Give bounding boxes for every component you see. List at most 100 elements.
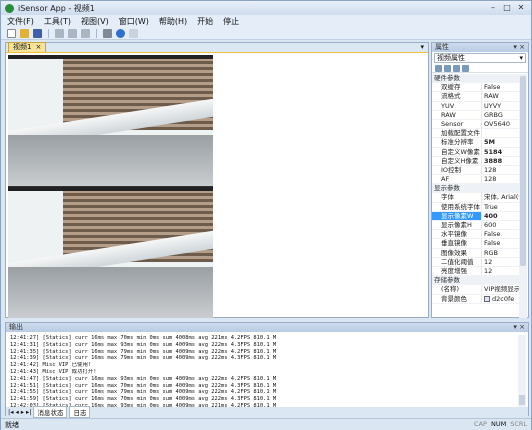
maximize-button[interactable]: □ (501, 3, 513, 13)
print-icon[interactable] (103, 29, 112, 38)
log-line: 12:41:47] [Statics] curr 16ms max 93ms m… (10, 375, 277, 382)
property-row[interactable]: 流格式 RAW (432, 92, 520, 102)
menu-view[interactable]: 视图(V) (81, 16, 109, 27)
tab-video1[interactable]: 视频1 × (8, 42, 47, 52)
property-row[interactable]: 显示像素H 600 (432, 221, 520, 231)
tab-close-icon[interactable]: × (35, 43, 41, 52)
categorized-icon[interactable] (435, 64, 442, 72)
nav-prev-icon[interactable]: ◂ (15, 408, 18, 416)
property-row[interactable]: 水平镜像 False (432, 230, 520, 240)
property-category[interactable]: 显示参数 (432, 184, 520, 194)
save-icon[interactable] (33, 29, 42, 38)
property-row[interactable]: 图像效果 RGB (432, 248, 520, 258)
property-row[interactable]: IO控制 128 (432, 165, 520, 176)
property-name: IO控制 (441, 165, 462, 174)
property-category[interactable]: 硬件参数 (432, 74, 520, 84)
property-name: 自定义H像素 (441, 156, 479, 165)
property-value[interactable]: 5184 (481, 147, 520, 156)
property-name: 自定义W像素 (441, 147, 480, 156)
property-value[interactable]: d2c0fe (481, 294, 520, 303)
scroll-thumb[interactable] (520, 76, 526, 266)
property-object-selector[interactable]: 视频属性 ▾ (434, 53, 526, 63)
copy-icon[interactable] (68, 29, 77, 38)
property-value[interactable]: 400 (481, 211, 520, 220)
property-value[interactable]: False (481, 239, 520, 248)
property-value[interactable]: 宋体, Arial(9) (481, 193, 520, 202)
property-row[interactable]: 亮度增强 12 (432, 266, 520, 277)
log-line: 12:41:35] [Statics] curr 16ms max 79ms m… (10, 348, 277, 355)
property-value[interactable]: UYVY (481, 101, 520, 110)
property-value[interactable]: GRBG (481, 110, 520, 119)
events-icon[interactable] (462, 64, 469, 72)
nav-next-icon[interactable]: ▸ (21, 408, 24, 416)
property-value[interactable]: True (481, 202, 520, 211)
alphabetical-icon[interactable] (444, 64, 451, 72)
properties-icon[interactable] (453, 64, 460, 72)
caps-indicator: CAP (474, 420, 487, 428)
chevron-down-icon: ▾ (519, 54, 523, 62)
property-row[interactable]: 字体 宋体, Arial(9) (432, 193, 520, 203)
property-value[interactable]: 12 (481, 257, 520, 266)
property-row[interactable]: (名称) VIP视频显示... (432, 285, 520, 295)
property-row[interactable]: 显示像素W 400 (432, 211, 520, 221)
property-value[interactable]: RAW (481, 92, 520, 101)
nav-last-icon[interactable]: ▸| (26, 408, 31, 416)
menu-stop[interactable]: 停止 (223, 16, 239, 27)
property-category[interactable]: 存储参数 (432, 276, 520, 286)
property-value[interactable]: 3888 (481, 156, 520, 165)
output-log[interactable]: 12:41:27] [Statics] curr 16ms max 70ms m… (10, 335, 518, 407)
property-row[interactable]: 背景颜色 d2c0fe (432, 294, 520, 304)
new-file-icon[interactable] (7, 29, 16, 38)
scroll-thumb[interactable] (519, 395, 525, 405)
output-scrollbar[interactable] (518, 335, 526, 407)
property-name: 流格式 (441, 92, 461, 101)
property-value[interactable]: 128 (481, 175, 520, 184)
property-row[interactable]: AF 128 (432, 175, 520, 185)
log-line: 12:41:27] [Statics] curr 16ms max 70ms m… (10, 335, 277, 341)
nav-first-icon[interactable]: |◂ (8, 408, 13, 416)
menu-file[interactable]: 文件(F) (7, 16, 34, 27)
property-value[interactable]: 12 (481, 266, 520, 276)
property-row[interactable]: 双缓存 False (432, 83, 520, 93)
property-row[interactable]: 自定义H像素 3888 (432, 156, 520, 166)
property-row[interactable]: 垂直镜像 False (432, 239, 520, 249)
property-value[interactable]: RGB (481, 248, 520, 257)
property-value[interactable] (481, 129, 520, 138)
property-row[interactable]: YUV UYVY (432, 101, 520, 111)
property-value[interactable]: 600 (481, 221, 520, 230)
menu-start[interactable]: 开始 (197, 16, 213, 27)
panel-close-icon[interactable]: ▾ × (513, 323, 525, 332)
help-icon[interactable] (116, 29, 125, 38)
property-value[interactable]: VIP视频显示... (481, 285, 520, 294)
property-value[interactable]: OV5640 (481, 119, 520, 129)
property-value[interactable]: False (481, 230, 520, 239)
output-panel-header: 输出 ▾ × (6, 323, 528, 332)
property-row[interactable]: RAW GRBG (432, 110, 520, 120)
property-row[interactable]: 使用系统字体 True (432, 202, 520, 212)
menu-window[interactable]: 窗口(W) (119, 16, 149, 27)
property-row[interactable]: 标准分辨率 5M (432, 138, 520, 148)
menu-help[interactable]: 帮助(H) (159, 16, 187, 27)
toolbar (1, 28, 531, 40)
property-row[interactable]: 二值化阈值 12 (432, 257, 520, 267)
paste-icon[interactable] (81, 29, 90, 38)
minimize-button[interactable]: – (487, 3, 499, 13)
panel-pin-icon[interactable]: ▾ × (513, 43, 525, 52)
property-scrollbar[interactable] (519, 74, 527, 318)
property-value[interactable]: 5M (481, 138, 520, 147)
menu-tools[interactable]: 工具(T) (44, 16, 71, 27)
tab-log[interactable]: 日志 (69, 405, 91, 418)
document-list-arrow-icon[interactable]: ▾ (420, 43, 424, 51)
close-window-button[interactable]: ✕ (515, 3, 527, 13)
cut-icon[interactable] (55, 29, 64, 38)
output-tabs: |◂ ◂ ▸ ▸| 消息状态 日志 (6, 405, 528, 418)
property-row[interactable]: 自定义W像素 5184 (432, 147, 520, 157)
property-value[interactable]: False (481, 83, 520, 92)
property-row[interactable]: Sensor OV5640 (432, 119, 520, 130)
tab-message-status[interactable]: 消息状态 (33, 405, 68, 418)
property-value[interactable]: 128 (481, 165, 520, 175)
output-panel: 输出 ▾ × 12:41:27] [Statics] curr 16ms max… (5, 322, 529, 418)
dropdown-icon[interactable] (129, 29, 138, 38)
open-folder-icon[interactable] (20, 29, 29, 38)
property-row[interactable]: 加载配置文件 (432, 129, 520, 139)
